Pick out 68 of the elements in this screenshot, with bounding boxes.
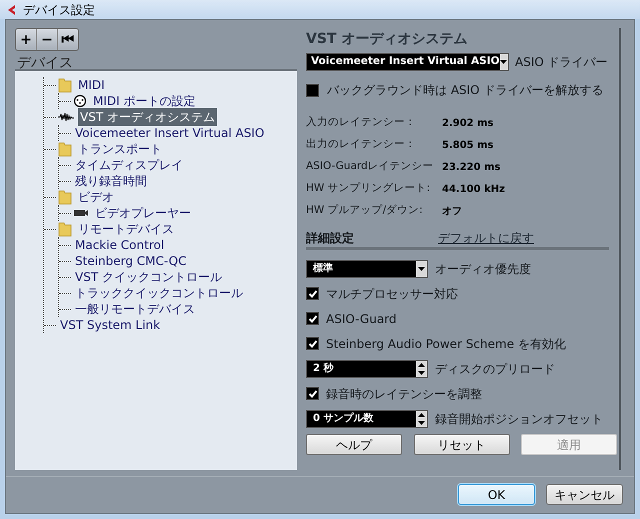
option-checkbox[interactable] bbox=[306, 312, 319, 325]
midi-port-icon bbox=[73, 94, 87, 108]
tree-item[interactable]: VST System Link bbox=[58, 316, 162, 334]
toolbar-button[interactable]: + bbox=[16, 29, 37, 50]
tree-item[interactable]: トランスポート bbox=[76, 140, 164, 158]
folder-icon bbox=[58, 77, 72, 93]
spinner-field[interactable]: 2 秒 bbox=[306, 360, 428, 378]
folder-icon bbox=[58, 141, 72, 157]
tree-item[interactable]: ビデオプレーヤー bbox=[93, 204, 193, 222]
tree-item[interactable]: Mackie Control bbox=[73, 236, 166, 254]
info-value: オフ bbox=[442, 204, 462, 218]
window-title: デバイス設定 bbox=[23, 2, 95, 18]
spinner-field[interactable]: 0 サンプル数 bbox=[306, 410, 428, 428]
checkbox-label: バックグラウンド時は ASIO ドライバーを解放する bbox=[327, 82, 604, 99]
panel-button[interactable]: ヘルプ bbox=[306, 434, 402, 455]
tree-item[interactable]: VST クイックコントロール bbox=[73, 268, 224, 286]
option-label: 録音開始ポジションオフセット bbox=[435, 410, 603, 428]
info-label: 入力のレイテンシー： bbox=[306, 115, 417, 130]
option-label: ディスクのプリロード bbox=[435, 360, 555, 378]
footer-button[interactable]: OK bbox=[458, 484, 535, 505]
panel-button[interactable]: リセット bbox=[414, 434, 510, 455]
tree-item[interactable]: Voicemeeter Insert Virtual ASIO bbox=[73, 124, 266, 142]
info-value: 23.220 ms bbox=[442, 160, 500, 174]
priority-dropdown[interactable]: 標準 bbox=[306, 260, 428, 278]
tree-item[interactable]: 一般リモートデバイス bbox=[73, 300, 197, 318]
info-label: HW サンプリングレート: bbox=[306, 181, 432, 196]
panel-title: VST オーディオシステム bbox=[306, 30, 468, 49]
tree-item[interactable]: リモートデバイス bbox=[76, 220, 176, 238]
info-label: 出力のレイテンシー： bbox=[306, 137, 417, 152]
folder-icon bbox=[58, 189, 72, 205]
spinner-value: 2 秒 bbox=[312, 362, 335, 376]
dropdown-value: 標準 bbox=[312, 262, 334, 276]
tree-item[interactable]: Steinberg CMC-QC bbox=[73, 252, 189, 270]
footer-button[interactable]: キャンセル bbox=[546, 484, 623, 505]
info-label: ASIO-Guardレイテンシー bbox=[306, 159, 435, 174]
release-checkbox[interactable] bbox=[306, 84, 319, 96]
info-value: 5.805 ms bbox=[442, 138, 494, 152]
option-checkbox[interactable] bbox=[306, 337, 319, 350]
tree-item[interactable]: MIDI ポートの設定 bbox=[91, 92, 198, 110]
toolbar-button[interactable]: − bbox=[37, 29, 58, 50]
reset-default-link[interactable]: デフォルトに戻す bbox=[438, 229, 534, 247]
toolbar-button[interactable]: ⏮ bbox=[58, 29, 78, 50]
info-value: 44.100 kHz bbox=[442, 182, 505, 196]
option-label: Steinberg Audio Power Scheme を有効化 bbox=[326, 336, 566, 352]
folder-icon bbox=[58, 221, 72, 237]
tree-item[interactable]: MIDI bbox=[76, 76, 107, 94]
app-logo-icon bbox=[6, 4, 17, 16]
tree-item[interactable]: VST オーディオシステム bbox=[78, 108, 217, 126]
driver-label: ASIO ドライバー bbox=[515, 54, 608, 71]
tree-item[interactable]: トラッククイックコントロール bbox=[73, 284, 245, 302]
waveform-icon bbox=[58, 111, 74, 123]
spin-arrows-icon bbox=[416, 410, 427, 426]
info-label: HW プルアップ/ダウン: bbox=[306, 203, 424, 218]
info-value: 2.902 ms bbox=[442, 116, 494, 130]
option-label: マルチプロセッサー対応 bbox=[326, 286, 458, 302]
tree-item[interactable]: タイムディスプレイ bbox=[73, 156, 185, 174]
option-label: 録音時のレイテンシーを調整 bbox=[326, 386, 482, 402]
spinner-value: 0 サンプル数 bbox=[312, 411, 374, 426]
option-label: ASIO-Guard bbox=[326, 310, 397, 328]
spin-arrows-icon bbox=[416, 360, 427, 376]
tree-item[interactable]: 残り録音時間 bbox=[73, 172, 149, 190]
driver-dropdown[interactable]: Voicemeeter Insert Virtual ASIO bbox=[306, 53, 509, 71]
option-checkbox[interactable] bbox=[306, 287, 319, 300]
option-checkbox[interactable] bbox=[306, 387, 319, 400]
option-label: オーディオ優先度 bbox=[435, 260, 531, 278]
video-player-icon bbox=[73, 208, 89, 218]
tree-item[interactable]: ビデオ bbox=[76, 188, 116, 206]
section-title: 詳細設定 bbox=[306, 230, 355, 247]
